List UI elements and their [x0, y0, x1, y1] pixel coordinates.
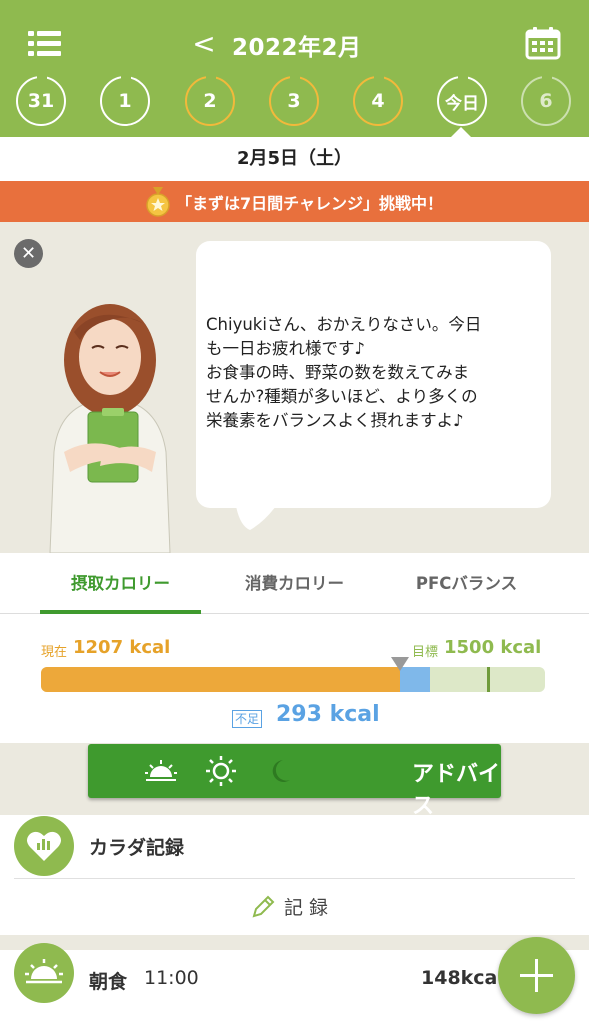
sunrise-icon — [14, 943, 74, 1003]
target-label: 目標 — [412, 645, 439, 660]
day-label: 31 — [27, 90, 55, 112]
month-title: 2022年2月 — [232, 35, 362, 61]
day-4[interactable]: 4 — [353, 75, 403, 126]
calorie-progress-bar — [41, 667, 545, 692]
tab-pfc-balance[interactable]: PFCバランス — [386, 553, 547, 614]
body-record-section: カラダ記録 記録 — [0, 815, 589, 935]
tab-burned-calories[interactable]: 消費カロリー — [214, 553, 375, 614]
challenge-text: 「まずは7日間チャレンジ」挑戦中！ — [176, 193, 443, 213]
day-label: 3 — [287, 90, 301, 112]
plus-icon — [520, 959, 553, 992]
consumed-fill — [41, 667, 400, 692]
day-31[interactable]: 31 — [16, 75, 66, 126]
day-1[interactable]: 1 — [100, 75, 150, 126]
header: < 2022年2月 31 1 2 3 4 今日 6 — [0, 0, 589, 138]
day-label: 1 — [118, 90, 132, 112]
sun-icon — [206, 756, 236, 786]
current-pointer — [391, 657, 409, 671]
day-6[interactable]: 6 — [521, 75, 571, 126]
close-icon[interactable]: ✕ — [14, 239, 43, 268]
current-value: 1207 kcal — [73, 637, 171, 658]
day-2[interactable]: 2 — [185, 75, 235, 126]
deficit-value: 293 kcal — [276, 702, 380, 727]
meal-label: 朝食 — [89, 971, 128, 993]
target-marker — [487, 667, 490, 692]
body-record-title: カラダ記録 — [89, 837, 185, 859]
message-line: 栄養素をバランスよく摂れますよ♪ — [206, 411, 464, 430]
current-label: 現在 — [41, 645, 68, 660]
day-label: 2 — [203, 90, 217, 112]
selected-date: 2月5日（土） — [0, 137, 589, 181]
speech-bubble: Chiyukiさん、おかえりなさい。今日 も一日お疲れ様です♪ お食事の時、野菜… — [196, 241, 551, 508]
deficit-badge: 不足 — [232, 710, 263, 728]
message-line: せんか?種類が多いほど、より多くの — [206, 387, 478, 406]
calendar-icon[interactable] — [525, 26, 561, 60]
divider — [14, 878, 575, 879]
heart-chart-icon — [14, 816, 74, 876]
calorie-card: 摂取カロリー 消費カロリー PFCバランス 現在 1207 kcal 目標 15… — [0, 553, 589, 743]
advice-button[interactable]: アドバイス — [88, 744, 501, 819]
coach-illustration — [49, 304, 171, 553]
message-line: お食事の時、野菜の数を数えてみま — [206, 363, 470, 382]
day-today[interactable]: 今日 — [437, 75, 487, 126]
challenge-banner[interactable]: 「まずは7日間チャレンジ」挑戦中！ — [0, 181, 589, 222]
day-3[interactable]: 3 — [269, 75, 319, 126]
calorie-tabs: 摂取カロリー 消費カロリー PFCバランス — [0, 553, 589, 614]
message-line: も一日お疲れ様です♪ — [206, 339, 366, 358]
bubble-tail — [236, 506, 276, 530]
record-button[interactable]: 記録 — [250, 893, 334, 920]
record-label: 記録 — [284, 897, 335, 919]
pencil-icon — [252, 895, 275, 917]
prev-month-button[interactable]: < — [190, 27, 218, 61]
day-label: 6 — [539, 90, 553, 112]
medal-icon — [146, 186, 170, 217]
advice-label: アドバイス — [412, 762, 501, 819]
sunrise-icon — [145, 760, 177, 781]
day-label: 4 — [371, 90, 385, 112]
message-line: Chiyukiさん、おかえりなさい。今日 — [206, 315, 482, 334]
target-value: 1500 kcal — [444, 637, 542, 658]
day-label: 今日 — [445, 93, 479, 114]
moon-icon — [272, 760, 290, 782]
active-tab-indicator — [40, 610, 201, 614]
add-button[interactable] — [498, 937, 575, 1014]
coach-message-area: ✕ Chiyukiさん、おかえりなさい。今日 も一日お疲れ様です♪ お食事の時、… — [0, 222, 589, 553]
tab-intake-calories[interactable]: 摂取カロリー — [40, 553, 201, 614]
meal-kcal: 148kcal — [421, 967, 504, 989]
menu-icon[interactable] — [28, 31, 61, 57]
meal-time: 11:00 — [144, 967, 199, 989]
